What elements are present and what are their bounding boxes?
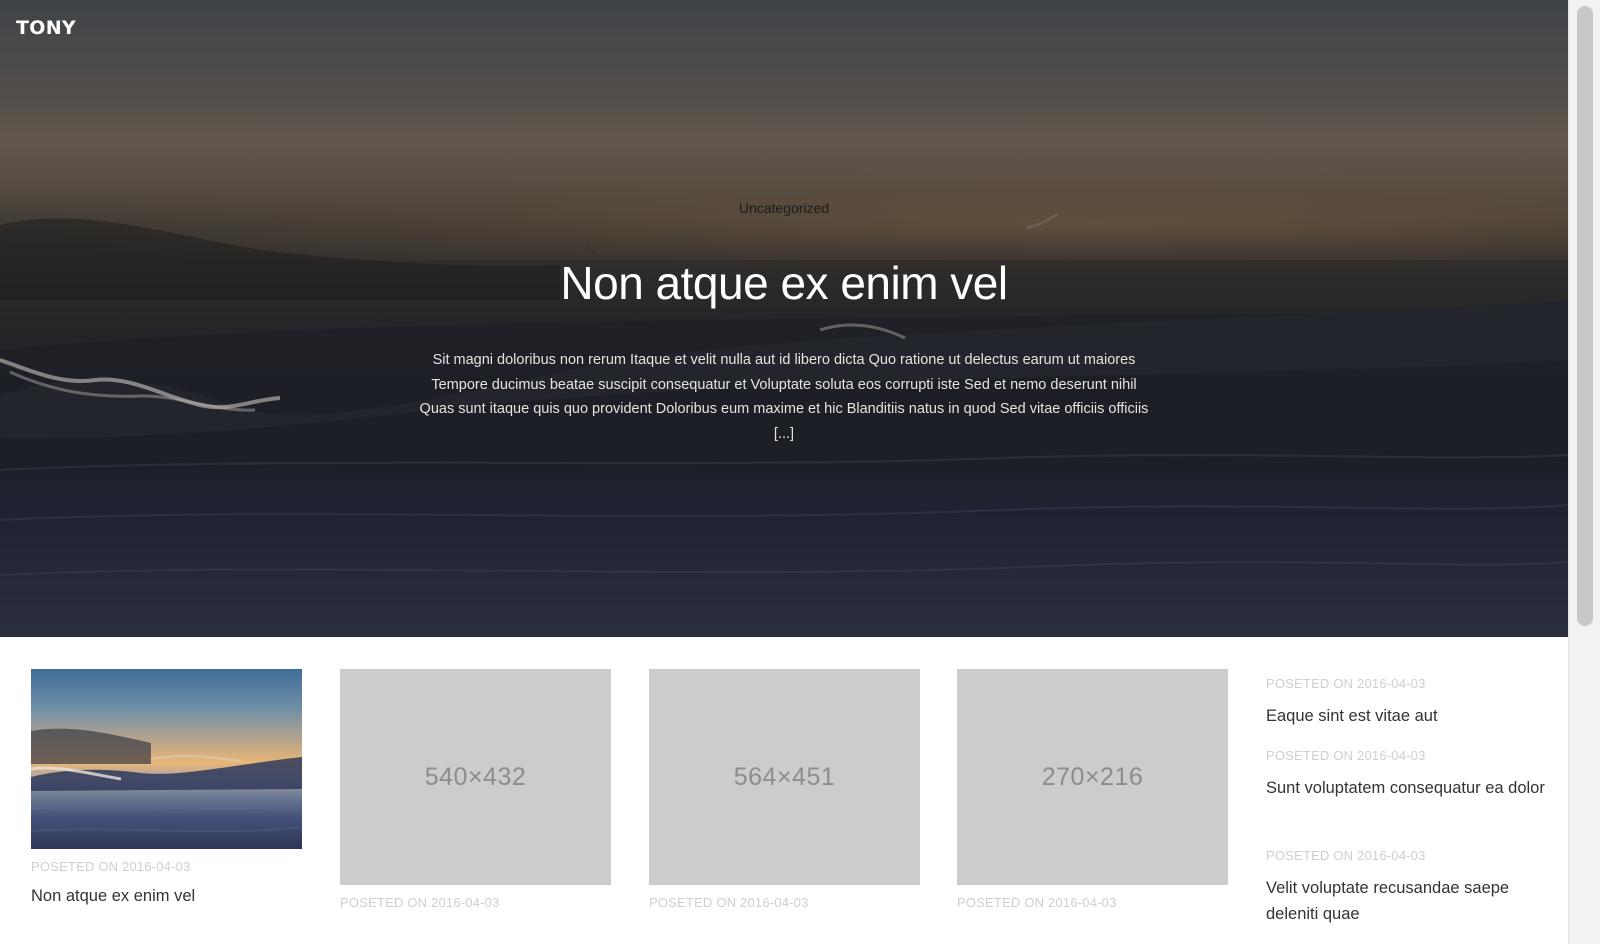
post-thumbnail-placeholder[interactable]: 270×216 bbox=[957, 669, 1228, 885]
post-thumbnail-image[interactable] bbox=[31, 669, 302, 849]
post-title-link[interactable]: Eaque sint est vitae aut bbox=[1266, 703, 1438, 729]
post-date: POSETED ON 2016-04-03 bbox=[340, 895, 500, 910]
hero-category-link[interactable]: Uncategorized bbox=[739, 200, 829, 216]
post-date: POSETED ON 2016-04-03 bbox=[31, 859, 191, 874]
post-date: POSETED ON 2016-04-03 bbox=[1266, 676, 1426, 691]
side-post-item[interactable]: POSETED ON 2016-04-03 Velit voluptate re… bbox=[1266, 848, 1556, 927]
page-scrollbar[interactable] bbox=[1568, 0, 1600, 944]
post-title-link[interactable]: Sunt voluptatem consequatur ea dolor bbox=[1266, 775, 1545, 801]
post-title-link[interactable]: Non atque ex enim vel bbox=[31, 887, 302, 906]
post-card[interactable]: 540×432 POSETED ON 2016-04-03 bbox=[340, 669, 611, 910]
scrollbar-thumb[interactable] bbox=[1577, 6, 1593, 626]
post-date: POSETED ON 2016-04-03 bbox=[957, 895, 1117, 910]
post-date: POSETED ON 2016-04-03 bbox=[649, 895, 809, 910]
hero-content: Uncategorized Non atque ex enim vel Sit … bbox=[384, 200, 1184, 446]
post-thumbnail-placeholder[interactable]: 540×432 bbox=[340, 669, 611, 885]
side-post-item[interactable]: POSETED ON 2016-04-03 Eaque sint est vit… bbox=[1266, 676, 1438, 729]
side-post-item[interactable]: POSETED ON 2016-04-03 Sunt voluptatem co… bbox=[1266, 748, 1545, 801]
post-thumbnail-placeholder[interactable]: 564×451 bbox=[649, 669, 920, 885]
hero-title[interactable]: Non atque ex enim vel bbox=[384, 254, 1184, 312]
post-title-link[interactable]: Velit voluptate recusandae saepe delenit… bbox=[1266, 875, 1556, 927]
post-card[interactable]: POSETED ON 2016-04-03 Non atque ex enim … bbox=[31, 669, 302, 906]
site-logo[interactable]: TONY bbox=[16, 17, 76, 39]
post-date: POSETED ON 2016-04-03 bbox=[1266, 748, 1426, 763]
post-date: POSETED ON 2016-04-03 bbox=[1266, 848, 1426, 863]
post-card[interactable]: 270×216 POSETED ON 2016-04-03 bbox=[957, 669, 1228, 910]
post-card[interactable]: 564×451 POSETED ON 2016-04-03 bbox=[649, 669, 920, 910]
hero-excerpt: Sit magni doloribus non rerum Itaque et … bbox=[419, 352, 1149, 442]
hero-banner[interactable]: TONY Uncategorized Non atque ex enim vel… bbox=[0, 0, 1568, 637]
ocean-thumbnail-art bbox=[31, 728, 302, 833]
